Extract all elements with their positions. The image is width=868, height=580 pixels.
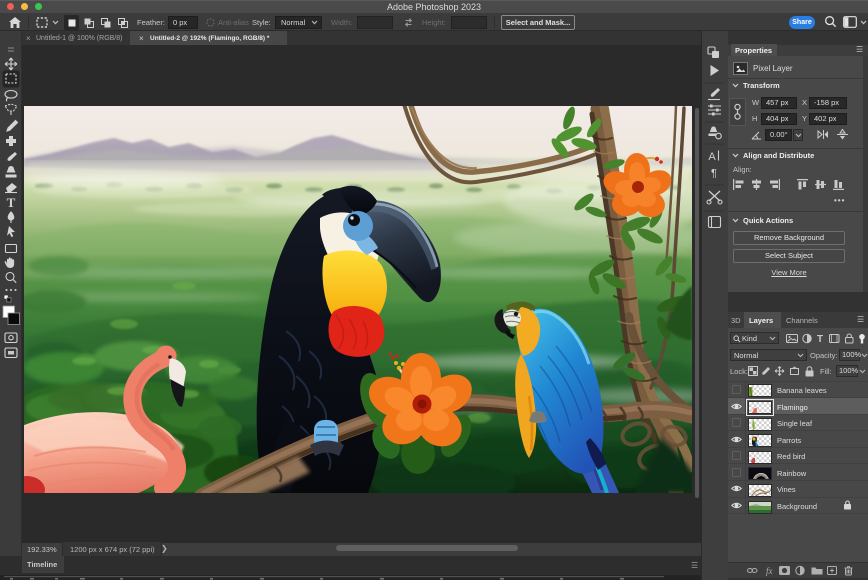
svg-text:T: T bbox=[817, 334, 823, 344]
svg-text:T: T bbox=[7, 195, 16, 210]
svg-text:fx: fx bbox=[766, 566, 773, 576]
svg-text:A: A bbox=[708, 151, 716, 163]
svg-text:¶: ¶ bbox=[711, 168, 717, 180]
